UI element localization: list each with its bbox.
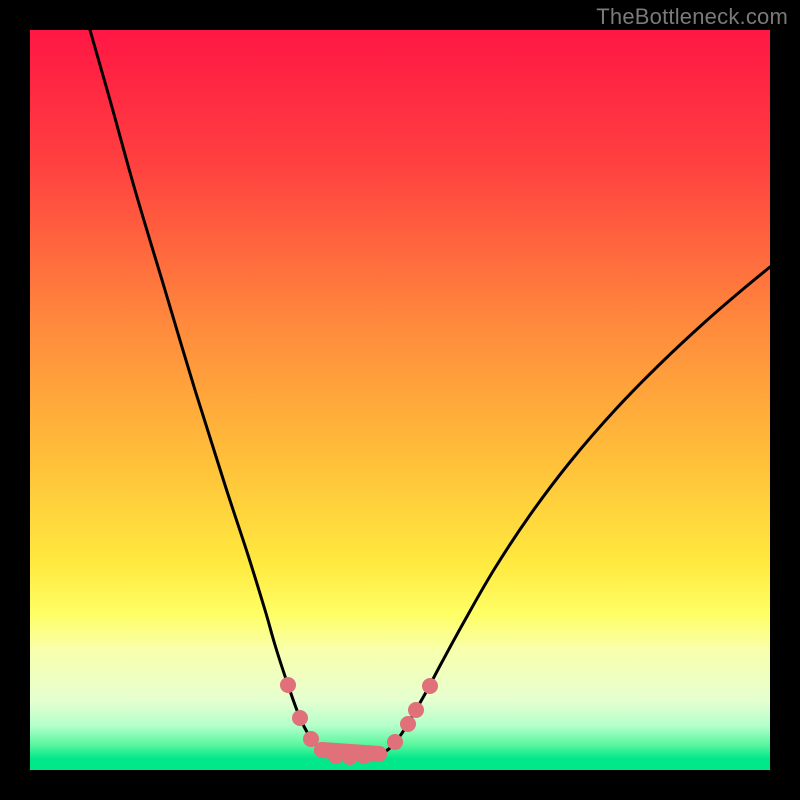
valley-marker — [314, 742, 330, 758]
valley-marker — [342, 749, 358, 765]
valley-marker — [387, 734, 403, 750]
plot-area — [30, 30, 770, 770]
valley-marker — [371, 746, 387, 762]
valley-marker — [422, 678, 438, 694]
valley-marker — [328, 748, 344, 764]
bottleneck-curve — [90, 30, 770, 757]
valley-marker — [292, 710, 308, 726]
valley-marker — [356, 748, 372, 764]
chart-frame: TheBottleneck.com — [0, 0, 800, 800]
valley-marker — [408, 702, 424, 718]
valley-marker — [400, 716, 416, 732]
chart-svg — [30, 30, 770, 770]
valley-marker — [280, 677, 296, 693]
watermark-text: TheBottleneck.com — [596, 4, 788, 30]
